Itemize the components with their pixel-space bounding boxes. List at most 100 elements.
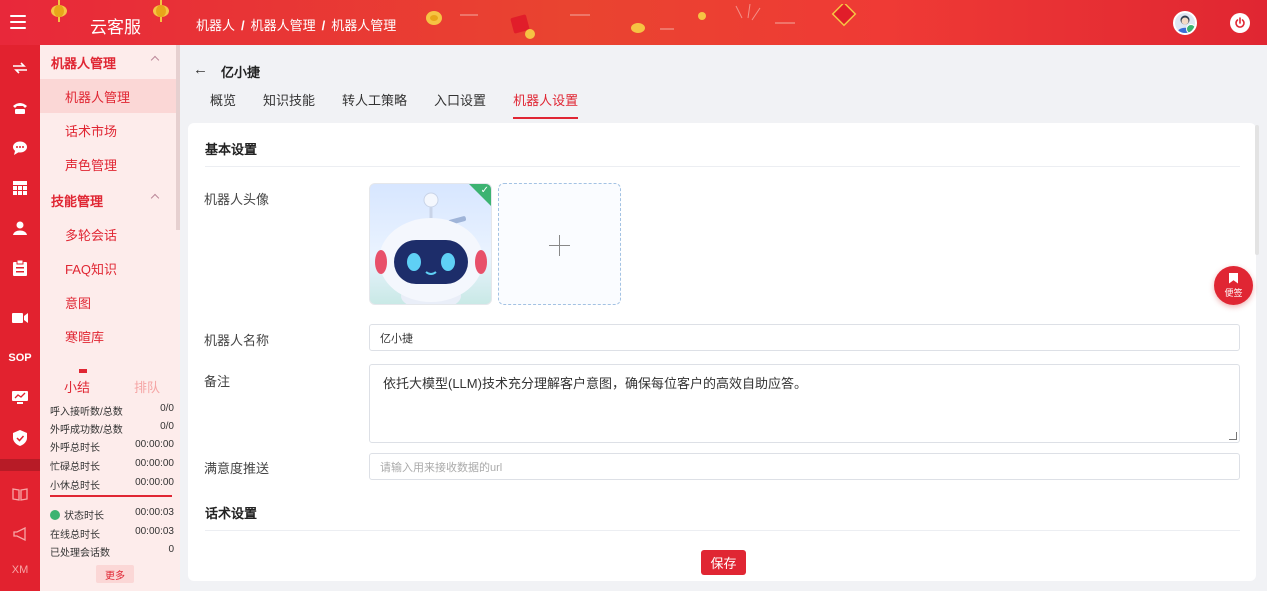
grid-icon[interactable] <box>0 173 40 203</box>
stat-value: 00:00:00 <box>135 477 174 488</box>
divider <box>205 530 1240 531</box>
sidebar-item-multi-turn[interactable]: 多轮会话 <box>40 217 180 251</box>
content-scrollbar[interactable] <box>1255 125 1259 255</box>
online-status-dot <box>1186 24 1195 33</box>
satisfaction-label: 满意度推送 <box>204 461 270 476</box>
clipboard-icon[interactable] <box>0 253 40 283</box>
stat-value: 0 <box>168 544 174 555</box>
stat-value: 00:00:00 <box>135 458 174 469</box>
stat-row: 在线总时长 00:00:03 <box>50 526 174 541</box>
tab-knowledge-skills[interactable]: 知识技能 <box>263 90 315 116</box>
stat-row: 外呼总时长 00:00:00 <box>50 439 174 454</box>
tab-summary[interactable]: 小结 <box>64 377 90 396</box>
status-online-icon <box>50 510 60 520</box>
tab-bar: 概览 知识技能 转人工策略 入口设置 机器人设置 <box>210 90 605 119</box>
sidebar: 机器人管理 机器人管理 话术市场 声色管理 技能管理 多轮会话 FAQ知识 意图… <box>40 45 180 591</box>
plus-icon <box>549 235 570 256</box>
breadcrumb-separator: / <box>321 18 326 33</box>
stat-label: 呼入接听数/总数 <box>50 407 123 418</box>
notes-float-button[interactable]: 便签 <box>1214 266 1253 305</box>
lantern-icon <box>51 0 67 22</box>
collapse-arrow-icon[interactable] <box>79 369 87 373</box>
satisfaction-url-input[interactable]: 请输入用来接收数据的url <box>369 453 1240 480</box>
lantern-icon <box>153 0 169 22</box>
transfer-icon[interactable] <box>0 53 40 83</box>
book-icon[interactable] <box>0 479 40 509</box>
video-icon[interactable] <box>0 303 40 333</box>
bookmark-icon <box>1229 272 1238 284</box>
breadcrumb-item: 机器人管理 <box>331 18 397 33</box>
divider <box>205 166 1240 167</box>
section-title-script: 话术设置 <box>205 506 258 521</box>
stat-row: 忙碌总时长 00:00:00 <box>50 458 174 473</box>
stat-label: 忙碌总时长 <box>50 462 100 473</box>
menu-toggle-icon[interactable] <box>8 12 28 32</box>
remark-textarea[interactable]: 依托大模型(LLM)技术充分理解客户意图，确保每位客户的高效自助应答。 <box>369 364 1240 443</box>
sidebar-group-robot-management[interactable]: 机器人管理 <box>40 45 180 79</box>
stat-row: 小休总时长 00:00:00 <box>50 477 174 492</box>
telephone-icon[interactable] <box>0 93 40 123</box>
stat-value: 0/0 <box>160 403 174 414</box>
user-icon[interactable] <box>0 213 40 243</box>
sidebar-group-label: 技能管理 <box>51 193 104 209</box>
chat-icon[interactable] <box>0 133 40 163</box>
breadcrumb-separator: / <box>241 18 245 33</box>
monitor-icon[interactable] <box>0 383 40 413</box>
sidebar-item-script-market[interactable]: 话术市场 <box>40 113 180 147</box>
sidebar-item-intent[interactable]: 意图 <box>40 285 180 319</box>
shield-icon[interactable] <box>0 423 40 453</box>
power-icon[interactable] <box>1230 13 1250 33</box>
robot-name-input[interactable]: 亿小捷 <box>369 324 1240 351</box>
stat-label: 外呼总时长 <box>50 443 100 454</box>
tab-overview[interactable]: 概览 <box>210 90 236 116</box>
stat-label: 状态时长 <box>64 511 104 522</box>
sop-icon[interactable]: SOP <box>0 343 40 373</box>
stat-row: 呼入接听数/总数 0/0 <box>50 403 174 418</box>
sidebar-item-greetings[interactable]: 寒暄库 <box>40 319 180 353</box>
stat-row: 状态时长 00:00:03 <box>50 507 174 522</box>
more-button[interactable]: 更多 <box>96 565 134 583</box>
stat-value: 00:00:00 <box>135 439 174 450</box>
section-title-basic: 基本设置 <box>205 142 258 157</box>
stat-row: 外呼成功数/总数 0/0 <box>50 421 174 436</box>
chevron-up-icon <box>150 55 160 65</box>
sidebar-item-robot-management[interactable]: 机器人管理 <box>40 79 180 113</box>
save-button[interactable]: 保存 <box>701 550 746 575</box>
top-bar: 云客服 机器人 / 机器人管理 / 机器人管理 <box>0 0 1267 45</box>
chevron-up-icon <box>150 193 160 203</box>
tab-handoff-strategy[interactable]: 转人工策略 <box>342 90 407 116</box>
sidebar-group-skill-management[interactable]: 技能管理 <box>40 183 180 217</box>
agent-stats-panel: 小结 排队 呼入接听数/总数 0/0 外呼成功数/总数 0/0 外呼总时长 00:00… <box>40 367 180 591</box>
icon-nav-bar: SOP XM <box>0 45 40 591</box>
stat-label: 已处理会话数 <box>50 548 110 559</box>
tab-queue[interactable]: 排队 <box>134 377 160 396</box>
divider <box>50 495 172 497</box>
breadcrumb-item[interactable]: 机器人 <box>196 18 235 33</box>
breadcrumb-item[interactable]: 机器人管理 <box>251 18 316 33</box>
resize-grip-icon[interactable] <box>1229 432 1237 440</box>
festive-decoration-icon <box>426 4 857 39</box>
sidebar-item-voice-management[interactable]: 声色管理 <box>40 147 180 181</box>
tab-entry-settings[interactable]: 入口设置 <box>434 90 486 116</box>
avatar-upload-button[interactable] <box>498 183 621 305</box>
xm-icon[interactable]: XM <box>0 555 40 585</box>
megaphone-icon[interactable] <box>0 519 40 549</box>
brand-name: 云客服 <box>90 18 141 37</box>
back-arrow-icon[interactable]: ← <box>193 61 208 78</box>
robot-avatar-image[interactable]: ✓ <box>369 183 492 305</box>
remark-label: 备注 <box>204 374 231 389</box>
stat-row: 已处理会话数 0 <box>50 544 174 559</box>
avatar-label: 机器人头像 <box>204 192 270 207</box>
page-header: ← 亿小捷 概览 知识技能 转人工策略 入口设置 机器人设置 <box>180 45 1267 123</box>
breadcrumb: 机器人 / 机器人管理 / 机器人管理 <box>196 15 396 34</box>
user-avatar[interactable] <box>1173 11 1197 35</box>
sidebar-group-label: 机器人管理 <box>51 55 117 71</box>
stat-label: 小休总时长 <box>50 481 100 492</box>
stat-value: 0/0 <box>160 421 174 432</box>
remark-text: 依托大模型(LLM)技术充分理解客户意图，确保每位客户的高效自助应答。 <box>383 376 807 391</box>
check-icon: ✓ <box>480 185 489 196</box>
sidebar-item-faq[interactable]: FAQ知识 <box>40 251 180 285</box>
stat-value: 00:00:03 <box>135 507 174 518</box>
tab-robot-settings[interactable]: 机器人设置 <box>513 90 579 119</box>
notes-label: 便签 <box>1224 287 1243 298</box>
